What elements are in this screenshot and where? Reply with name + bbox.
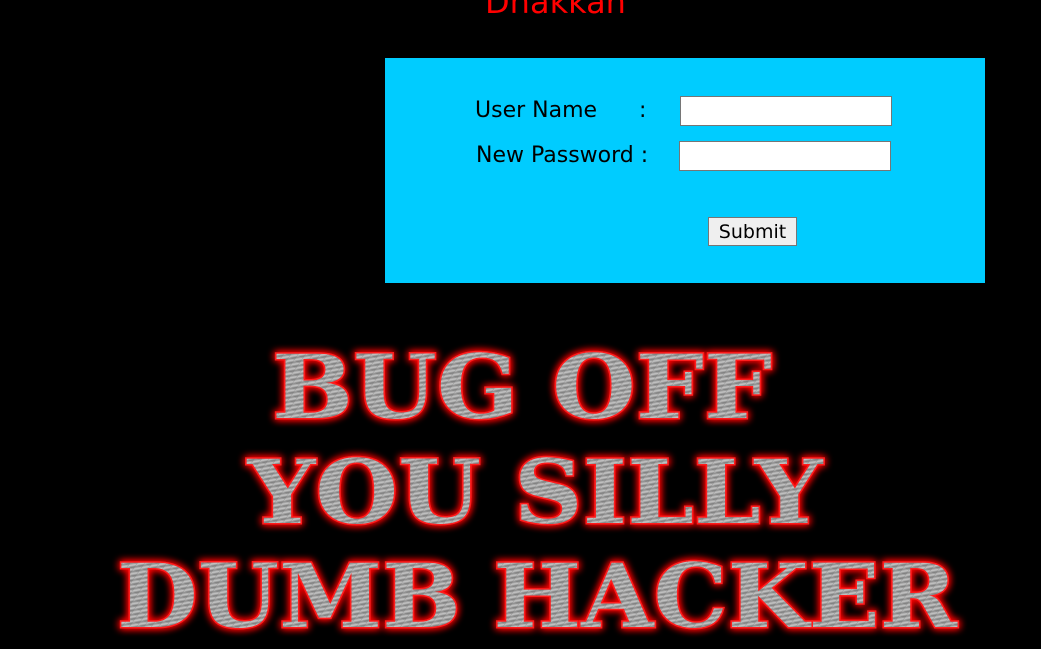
- banner-line-3: DUMB HACKER: [117, 544, 958, 648]
- banner-line-2: YOU SILLY: [246, 440, 823, 544]
- warning-banner-image: BUG OFF YOU SILLY DUMB HACKER: [0, 330, 1041, 649]
- username-label: User Name :: [475, 98, 647, 123]
- site-title: Dhakkan: [485, 0, 626, 21]
- banner-line-1: BUG OFF: [272, 335, 772, 439]
- submit-button[interactable]: Submit: [708, 217, 797, 246]
- new-password-input[interactable]: [679, 141, 891, 171]
- page: Dhakkan User Name : New Password : Submi…: [0, 0, 1041, 649]
- username-input[interactable]: [680, 96, 892, 126]
- password-reset-form: User Name : New Password : Submit: [385, 58, 985, 283]
- warning-banner-graphic: BUG OFF YOU SILLY DUMB HACKER: [116, 334, 960, 649]
- new-password-label: New Password :: [476, 143, 649, 168]
